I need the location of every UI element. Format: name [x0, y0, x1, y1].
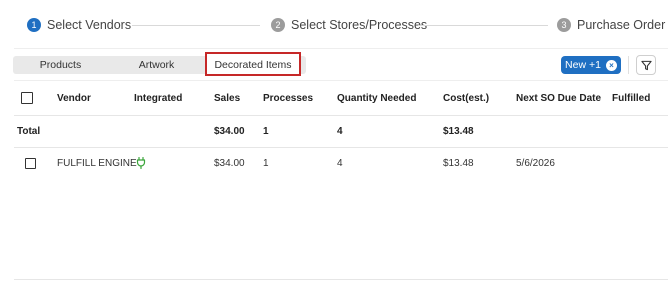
stepper: 1 Select Vendors 2 Select Stores/Process…: [0, 0, 670, 50]
vendor-cell: FULFILL ENGINE: [57, 157, 137, 169]
step-label: Select Vendors: [47, 18, 132, 32]
total-sales: $34.00: [214, 125, 245, 137]
step-number: 3: [557, 18, 571, 32]
tab-artwork[interactable]: Artwork: [108, 56, 205, 74]
new-button[interactable]: New +1 ×: [561, 56, 621, 74]
column-header-sales[interactable]: Sales: [214, 81, 240, 115]
column-header-next-so-due-date[interactable]: Next SO Due Date: [516, 81, 601, 115]
column-header-vendor[interactable]: Vendor: [57, 81, 91, 115]
table-row[interactable]: FULFILL ENGINE $34.00 1 4 $13.48 5/6/202…: [14, 148, 668, 178]
plug-icon: [136, 157, 146, 169]
new-button-label: New +1: [565, 59, 601, 71]
select-all-checkbox[interactable]: [21, 92, 33, 104]
column-header-processes[interactable]: Processes: [263, 81, 313, 115]
table-header: Vendor Integrated Sales Processes Quanti…: [14, 80, 668, 116]
close-icon[interactable]: ×: [605, 59, 617, 71]
column-header-quantity-needed[interactable]: Quantity Needed: [337, 81, 416, 115]
filter-icon: [640, 60, 652, 70]
quantity-needed-cell: 4: [337, 157, 343, 169]
filter-button[interactable]: [636, 55, 656, 75]
processes-cell: 1: [263, 157, 269, 169]
integrated-cell: [136, 148, 146, 178]
table-bottom-border: [14, 279, 668, 280]
step-connector: [132, 25, 260, 26]
sales-cell: $34.00: [214, 157, 245, 169]
step-purchase-order[interactable]: 3 Purchase Order: [557, 16, 665, 34]
step-select-stores-processes[interactable]: 2 Select Stores/Processes: [271, 16, 427, 34]
row-select-cell: [25, 148, 36, 178]
column-header-cost[interactable]: Cost(est.): [443, 81, 489, 115]
next-so-due-date-cell: 5/6/2026: [516, 157, 555, 169]
step-connector: [418, 25, 548, 26]
total-label: Total: [17, 125, 41, 137]
total-processes: 1: [263, 125, 269, 137]
row-checkbox[interactable]: [25, 157, 36, 169]
divider: [14, 48, 668, 49]
tab-products[interactable]: Products: [13, 56, 108, 74]
total-row: Total $34.00 1 4 $13.48: [14, 115, 668, 148]
total-cost: $13.48: [443, 125, 474, 137]
step-select-vendors[interactable]: 1 Select Vendors: [27, 16, 131, 34]
column-header-integrated[interactable]: Integrated: [134, 81, 182, 115]
step-number: 2: [271, 18, 285, 32]
step-number: 1: [27, 18, 41, 32]
total-quantity-needed: 4: [337, 125, 343, 137]
cost-cell: $13.48: [443, 157, 474, 169]
select-all-cell: [21, 81, 33, 115]
step-label: Purchase Order: [577, 18, 666, 32]
highlight-box: [205, 52, 301, 76]
step-label: Select Stores/Processes: [291, 18, 428, 32]
toolbar-divider: [628, 56, 629, 74]
column-header-fulfilled[interactable]: Fulfilled: [612, 81, 650, 115]
